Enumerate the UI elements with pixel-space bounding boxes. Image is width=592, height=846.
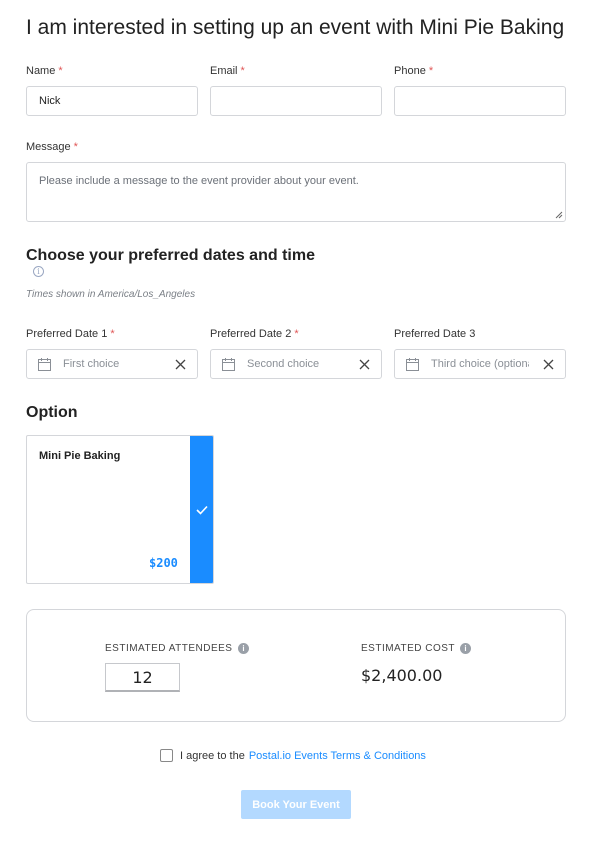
- option-price: $200: [149, 556, 178, 570]
- required-mark: *: [73, 141, 78, 153]
- message-placeholder: Please include a message to the event pr…: [39, 175, 359, 187]
- terms-checkbox[interactable]: [160, 749, 173, 762]
- info-icon[interactable]: i: [460, 643, 471, 654]
- preferred-date-1-input[interactable]: First choice: [26, 349, 198, 379]
- option-selected-indicator: [190, 436, 213, 583]
- option-heading: Option: [26, 404, 78, 421]
- preferred-date-2-input[interactable]: Second choice: [210, 349, 382, 379]
- name-label: Name *: [26, 65, 63, 77]
- estimated-cost-value: $2,400.00: [361, 666, 443, 685]
- calendar-icon: [406, 358, 419, 371]
- estimate-panel: ESTIMATED ATTENDEES i 12 ESTIMATED COST …: [26, 609, 566, 722]
- required-mark: *: [58, 65, 63, 77]
- option-card[interactable]: Mini Pie Baking $200: [26, 435, 214, 584]
- preferred-date-3-label: Preferred Date 3: [394, 328, 476, 340]
- phone-label: Phone *: [394, 65, 434, 77]
- resize-grip-icon[interactable]: [555, 211, 563, 219]
- book-event-button[interactable]: Book Your Event: [241, 790, 351, 819]
- preferred-date-2-label: Preferred Date 2 *: [210, 328, 299, 340]
- clear-icon[interactable]: [359, 359, 370, 370]
- email-input[interactable]: [210, 86, 382, 116]
- preferred-date-2-placeholder: Second choice: [247, 358, 320, 370]
- name-input-value: Nick: [39, 95, 61, 107]
- name-input[interactable]: Nick: [26, 86, 198, 116]
- dates-heading: Choose your preferred dates and time: [26, 247, 315, 264]
- estimated-attendees-label: ESTIMATED ATTENDEES: [105, 643, 233, 654]
- preferred-date-1-placeholder: First choice: [63, 358, 120, 370]
- required-mark: *: [294, 328, 299, 340]
- required-mark: *: [428, 65, 434, 77]
- required-mark: *: [110, 328, 115, 340]
- page-title: I am interested in setting up an event w…: [26, 16, 565, 39]
- terms-link[interactable]: Postal.io Events Terms & Conditions: [249, 750, 426, 762]
- phone-input[interactable]: [394, 86, 566, 116]
- terms-text: I agree to the: [180, 749, 245, 762]
- info-circle-icon[interactable]: i: [33, 266, 44, 277]
- email-label: Email *: [210, 65, 245, 77]
- clear-icon[interactable]: [175, 359, 186, 370]
- calendar-icon: [222, 358, 235, 371]
- preferred-date-3-placeholder: Third choice (optional): [431, 358, 529, 370]
- estimated-cost-label: ESTIMATED COST: [361, 643, 456, 654]
- checkmark-icon: [195, 505, 208, 515]
- timezone-note: Times shown in America/Los_Angeles: [26, 289, 196, 300]
- info-icon[interactable]: i: [238, 643, 249, 654]
- attendees-input[interactable]: 12: [105, 663, 180, 692]
- calendar-icon: [38, 358, 51, 371]
- message-label: Message *: [26, 141, 78, 153]
- terms-agreement: I agree to the Postal.io Events Terms & …: [160, 749, 426, 762]
- preferred-date-3-input[interactable]: Third choice (optional): [394, 349, 566, 379]
- required-mark: *: [240, 65, 245, 77]
- preferred-date-1-label: Preferred Date 1 *: [26, 328, 115, 340]
- option-name: Mini Pie Baking: [39, 450, 121, 462]
- message-textarea[interactable]: Please include a message to the event pr…: [26, 162, 566, 222]
- clear-icon[interactable]: [543, 359, 554, 370]
